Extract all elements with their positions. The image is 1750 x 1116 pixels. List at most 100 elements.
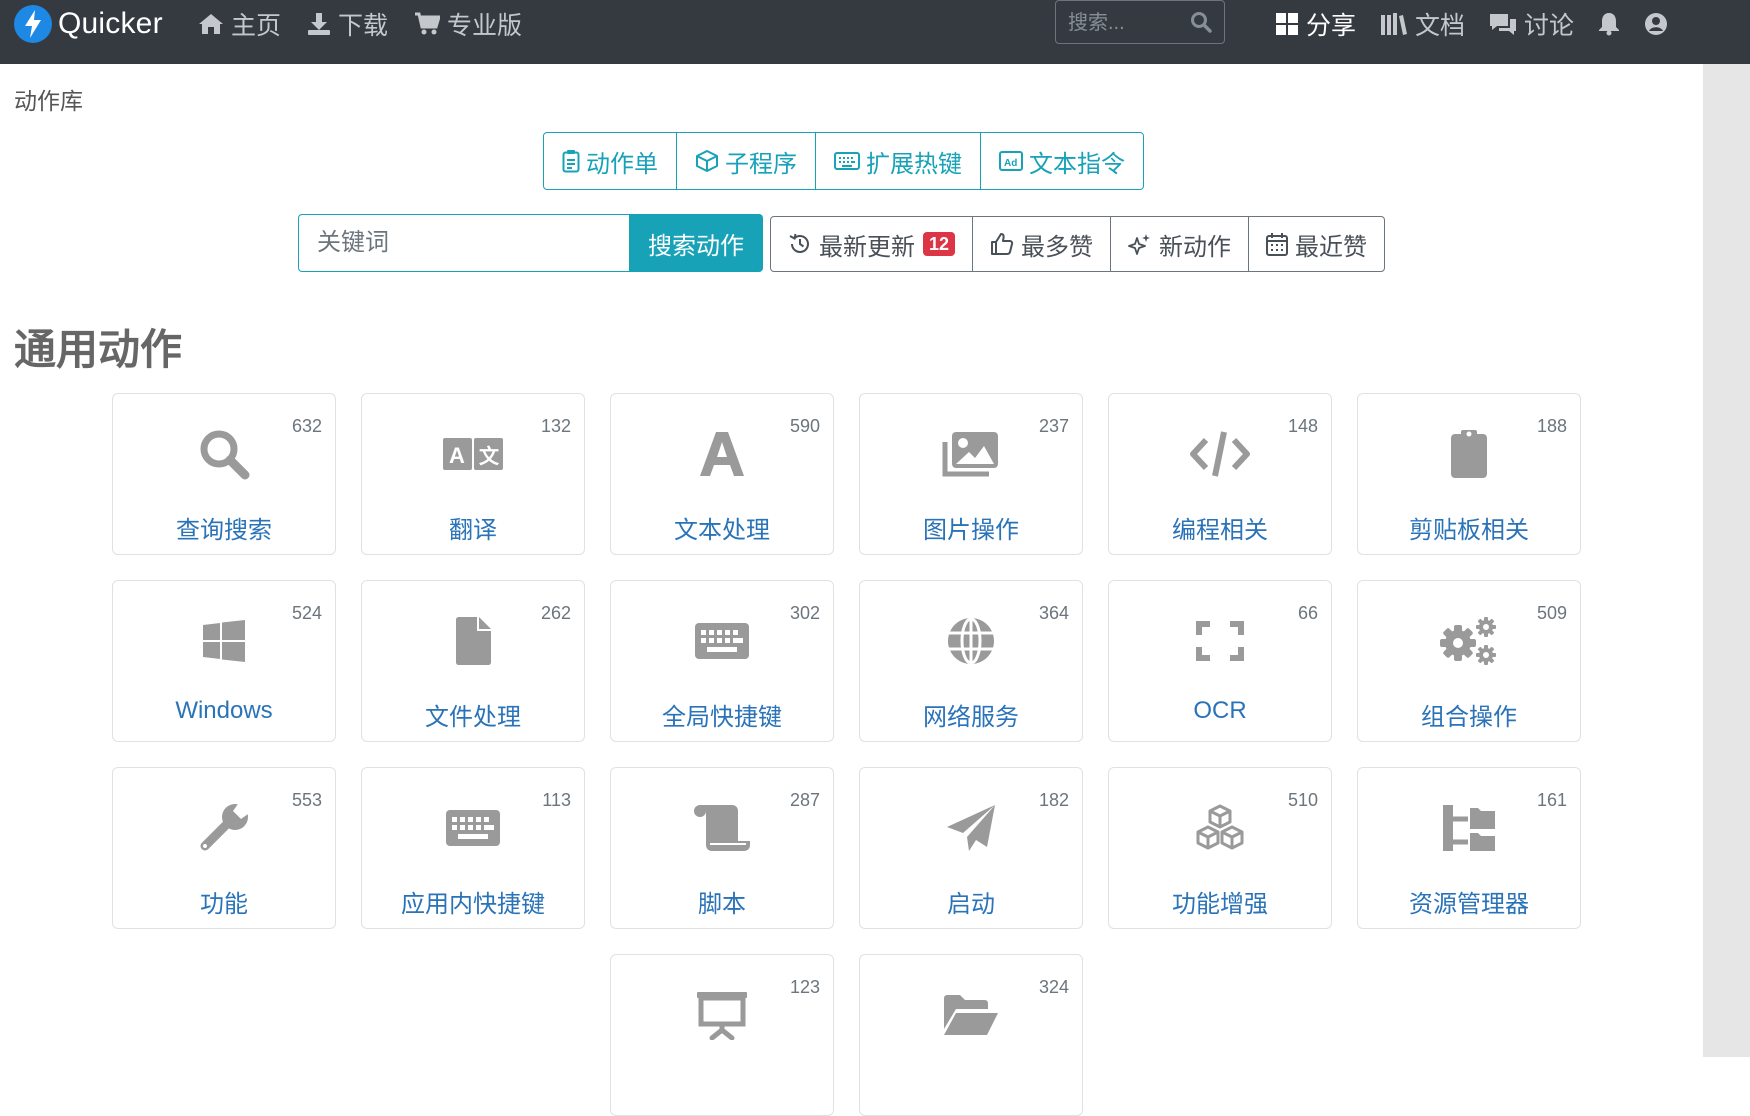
- tab-ext-hotkey[interactable]: 扩展热键: [816, 133, 981, 189]
- nav-pro[interactable]: 专业版: [414, 6, 522, 42]
- nav-download[interactable]: 下载: [307, 6, 388, 42]
- ad-icon: Ad: [999, 151, 1023, 171]
- category-card-translate[interactable]: 132 A文 翻译: [361, 393, 585, 555]
- category-card-programming[interactable]: 148 编程相关: [1108, 393, 1332, 555]
- cube-icon: [696, 150, 718, 172]
- category-card-global-hotkeys[interactable]: 302 全局快捷键: [610, 580, 834, 742]
- sort-latest-updated[interactable]: 最新更新 12: [771, 217, 974, 271]
- presentation-icon: [611, 985, 833, 1045]
- keyboard-icon: [834, 152, 860, 170]
- nav-download-label: 下载: [338, 12, 389, 40]
- category-card-launch[interactable]: 182 启动: [859, 767, 1083, 929]
- site-search-input[interactable]: [1066, 7, 1185, 39]
- tab-action-list[interactable]: 动作单: [544, 133, 677, 189]
- stars-icon: [1128, 234, 1151, 255]
- cogs-icon: [1358, 611, 1580, 671]
- search-icon: [113, 424, 335, 484]
- search-actions-button[interactable]: 搜索动作: [629, 214, 763, 272]
- nav-pro-label: 专业版: [447, 12, 523, 40]
- category-card-app-hotkeys[interactable]: 113 应用内快捷键: [361, 767, 585, 929]
- tab-text-command-label: 文本指令: [1029, 150, 1125, 178]
- category-card-explorer[interactable]: 161 资源管理器: [1357, 767, 1581, 929]
- file-icon: [362, 611, 584, 671]
- category-name: 网络服务: [923, 704, 1019, 731]
- category-name: 文本处理: [674, 517, 770, 544]
- category-card-ocr[interactable]: 66 OCR: [1108, 580, 1332, 742]
- cubes-icon: [1109, 798, 1331, 858]
- category-name: 文件处理: [425, 704, 521, 731]
- nav-docs-label: 文档: [1415, 12, 1466, 40]
- keyboard-icon: [362, 798, 584, 858]
- category-card-clipboard[interactable]: 188 剪贴板相关: [1357, 393, 1581, 555]
- tab-action-list-label: 动作单: [586, 150, 658, 178]
- user-icon: [1645, 13, 1668, 35]
- sitemap-icon: [1358, 798, 1580, 858]
- nav-home[interactable]: 主页: [198, 6, 281, 42]
- category-name: 编程相关: [1172, 517, 1268, 544]
- category-card-windows[interactable]: 524 Windows: [112, 580, 336, 742]
- nav-right-links: 分享 文档 讨论: [1275, 6, 1668, 42]
- category-name: 启动: [947, 891, 995, 918]
- category-name: 查询搜索: [176, 517, 272, 544]
- breadcrumb: 动作库: [14, 88, 83, 114]
- svg-text:Ad: Ad: [1004, 158, 1017, 169]
- scroll-icon: [611, 798, 833, 858]
- user-menu-button[interactable]: [1644, 12, 1668, 36]
- history-icon: [789, 233, 809, 253]
- search-icon[interactable]: [1190, 11, 1212, 33]
- category-card-scripts[interactable]: 287 脚本: [610, 767, 834, 929]
- thumbs-up-icon: [991, 233, 1014, 255]
- category-card-images[interactable]: 237 图片操作: [859, 393, 1083, 555]
- globe-icon: [860, 611, 1082, 671]
- svg-text:文: 文: [479, 444, 500, 468]
- category-name: 图片操作: [923, 517, 1019, 544]
- font-icon: [611, 424, 833, 484]
- category-name: 资源管理器: [1409, 891, 1529, 918]
- category-card-combo[interactable]: 509 组合操作: [1357, 580, 1581, 742]
- category-name: 组合操作: [1421, 704, 1517, 731]
- quicker-logo-icon: [14, 5, 52, 43]
- notifications-button[interactable]: [1598, 12, 1620, 36]
- category-card-search[interactable]: 632 查询搜索: [112, 393, 336, 555]
- site-search: [1055, 0, 1225, 44]
- category-name: 全局快捷键: [662, 704, 782, 731]
- sort-tabs: 最新更新 12 最多赞 新动作 最近赞: [770, 216, 1386, 272]
- page-scrollbar[interactable]: [1703, 64, 1750, 1057]
- sort-recently-liked[interactable]: 最近赞: [1249, 217, 1384, 271]
- keyword-input[interactable]: [298, 214, 629, 272]
- category-card-text[interactable]: 590 文本处理: [610, 393, 834, 555]
- category-card-folders[interactable]: 324: [859, 954, 1083, 1116]
- bell-icon: [1599, 13, 1620, 36]
- tab-text-command[interactable]: Ad 文本指令: [981, 133, 1143, 189]
- category-card-enhancements[interactable]: 510 功能增强: [1108, 767, 1332, 929]
- nav-main-links: 主页 下载 专业版: [198, 6, 522, 42]
- updates-count-badge: 12: [923, 232, 956, 256]
- code-icon: [1109, 424, 1331, 484]
- category-name: Windows: [175, 697, 273, 724]
- keyboard-icon: [611, 611, 833, 671]
- tab-ext-hotkey-label: 扩展热键: [866, 150, 962, 178]
- category-card-web-services[interactable]: 364 网络服务: [859, 580, 1083, 742]
- nav-home-label: 主页: [231, 12, 282, 40]
- clipboard-list-icon: [562, 150, 580, 173]
- calendar-icon: [1266, 233, 1289, 256]
- nav-share[interactable]: 分享: [1275, 6, 1356, 42]
- sort-most-liked[interactable]: 最多赞: [973, 217, 1112, 271]
- category-card-functions[interactable]: 553 功能: [112, 767, 336, 929]
- top-navbar: Quicker 主页 下载 专业版 分享 文档 讨论: [0, 0, 1750, 64]
- images-icon: [860, 424, 1082, 484]
- expand-icon: [1109, 611, 1331, 671]
- category-card-files[interactable]: 262 文件处理: [361, 580, 585, 742]
- sort-new-actions-label: 新动作: [1159, 233, 1232, 261]
- category-name: 脚本: [698, 891, 746, 918]
- nav-discuss[interactable]: 讨论: [1489, 6, 1574, 42]
- nav-share-label: 分享: [1306, 12, 1357, 40]
- action-type-tabs: 动作单 子程序 扩展热键 Ad 文本指令: [543, 132, 1144, 190]
- brand[interactable]: Quicker: [14, 4, 163, 44]
- category-name: OCR: [1193, 697, 1247, 724]
- action-search: 搜索动作: [298, 214, 763, 272]
- sort-new-actions[interactable]: 新动作: [1111, 217, 1250, 271]
- nav-docs[interactable]: 文档: [1380, 6, 1465, 42]
- category-card-presentation[interactable]: 123: [610, 954, 834, 1116]
- tab-subprogram[interactable]: 子程序: [677, 133, 816, 189]
